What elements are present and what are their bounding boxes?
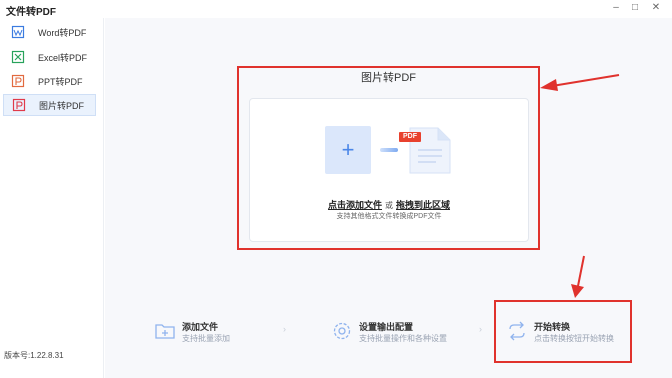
- step-separator: ›: [283, 324, 286, 334]
- sidebar-item-label: Excel转PDF: [38, 52, 88, 63]
- minimize-button[interactable]: –: [609, 1, 623, 15]
- step-output-settings: 设置输出配置 支持批量操作和各种设置: [331, 318, 471, 348]
- sidebar-item-label: Word转PDF: [38, 27, 87, 38]
- step-separator: ›: [479, 324, 482, 334]
- step-desc: 支持批量操作和各种设置: [359, 334, 447, 343]
- highlight-box-start: [494, 300, 632, 363]
- step-title: 添加文件: [182, 322, 219, 332]
- sidebar-item-image[interactable]: 图片转PDF: [3, 94, 96, 116]
- settings-icon: [333, 322, 351, 340]
- close-button[interactable]: ✕: [649, 1, 663, 15]
- sidebar-item-ppt[interactable]: PPT转PDF: [3, 70, 96, 92]
- step-add-files: 添加文件 支持批量添加: [154, 318, 274, 348]
- highlight-box-panel: [237, 66, 540, 250]
- maximize-button[interactable]: □: [628, 1, 642, 15]
- version-label: 版本号:1.22.8.31: [4, 351, 64, 360]
- sidebar-item-word[interactable]: Word转PDF: [3, 21, 96, 43]
- sidebar-item-label: PPT转PDF: [38, 76, 83, 87]
- app-title: 文件转PDF: [6, 7, 56, 18]
- excel-icon: [11, 50, 25, 64]
- folder-add-icon: [155, 324, 175, 339]
- ppt-icon: [11, 74, 25, 88]
- sidebar-item-label: 图片转PDF: [39, 100, 85, 111]
- sidebar: Word转PDF Excel转PDF PPT转PDF 图片转PDF 版本号:1.…: [0, 18, 104, 378]
- sidebar-item-excel[interactable]: Excel转PDF: [3, 46, 96, 68]
- title-bar: 文件转PDF – □ ✕: [0, 0, 672, 18]
- image-icon: [12, 98, 26, 112]
- word-icon: [11, 25, 25, 39]
- step-title: 设置输出配置: [359, 322, 414, 332]
- step-desc: 支持批量添加: [182, 334, 230, 343]
